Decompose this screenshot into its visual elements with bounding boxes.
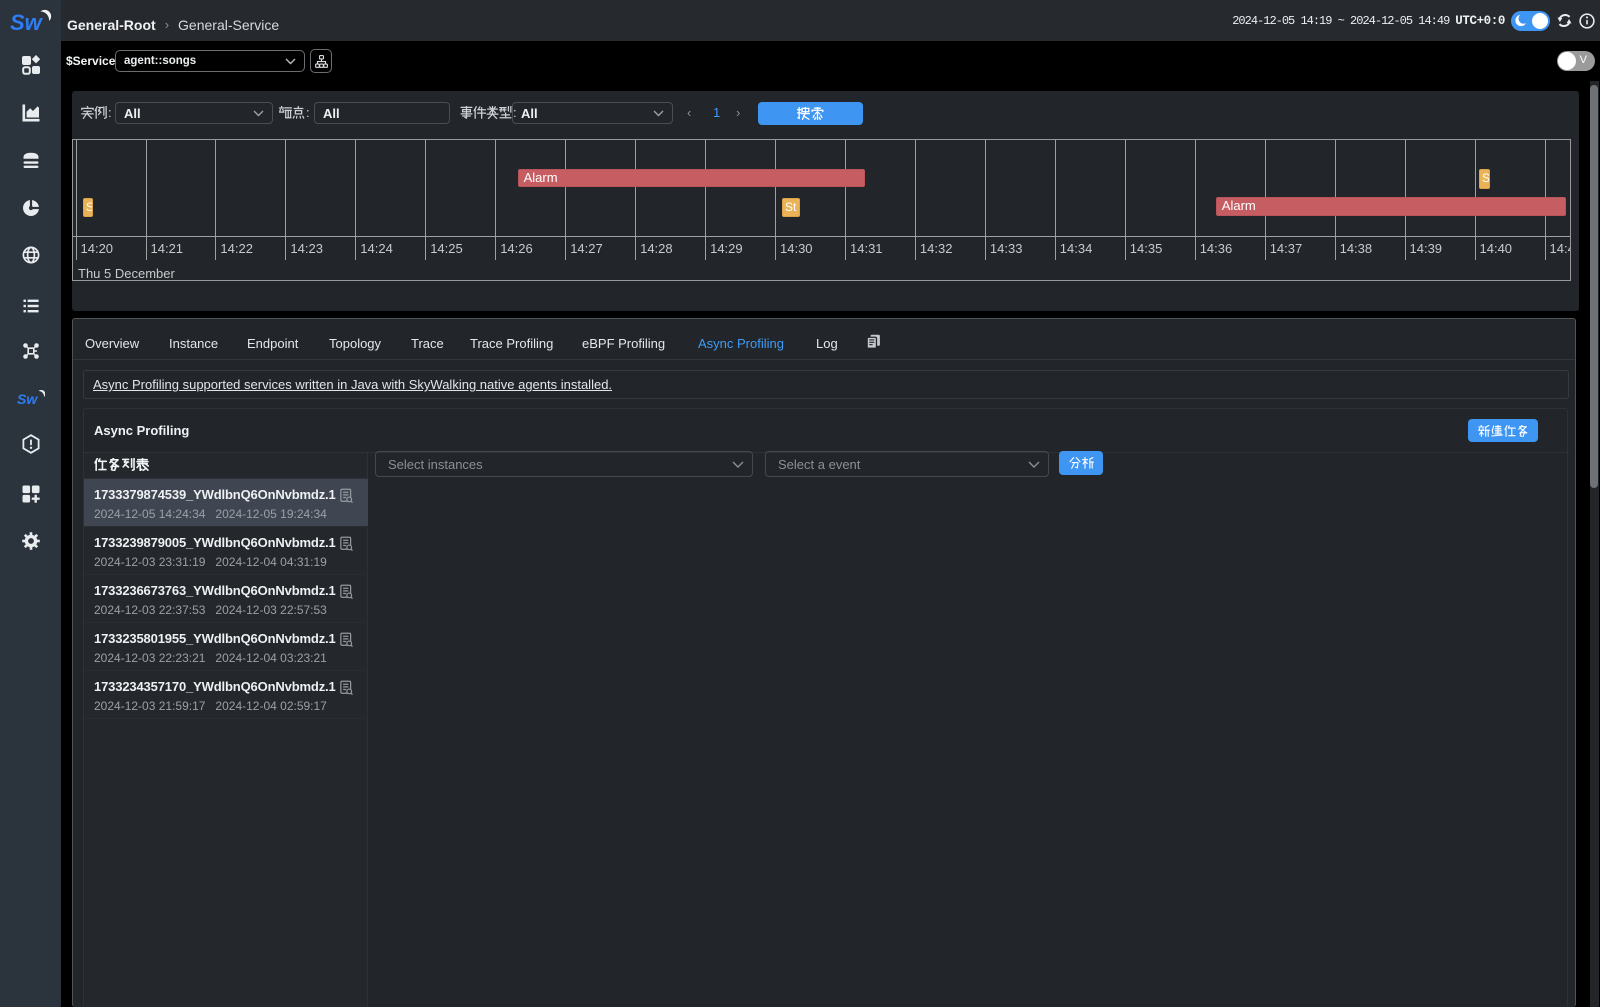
svg-text:Sw: Sw [10,10,44,34]
svg-text:Sw: Sw [17,391,38,407]
